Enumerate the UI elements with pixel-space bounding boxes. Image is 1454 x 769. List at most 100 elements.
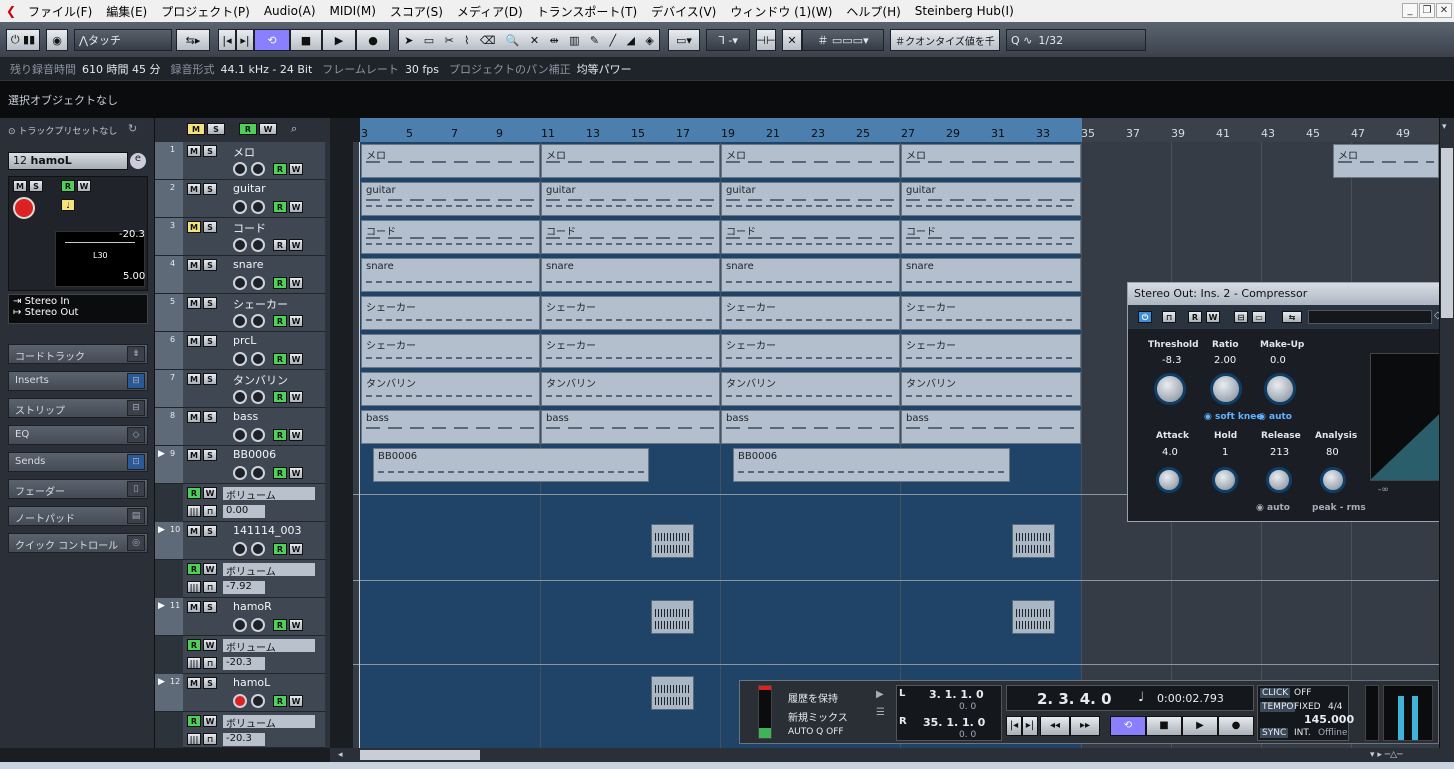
sync-mode[interactable]: INT. bbox=[1294, 728, 1311, 738]
solo-button[interactable]: S bbox=[203, 411, 217, 423]
read-button[interactable]: R bbox=[273, 315, 287, 327]
time-signature[interactable]: 4/4 bbox=[1328, 702, 1342, 712]
ratio-value[interactable]: 2.00 bbox=[1214, 355, 1236, 366]
list-icon[interactable]: ☰ bbox=[876, 707, 885, 718]
preset-selector[interactable] bbox=[1308, 310, 1432, 324]
automation-lane-header[interactable]: R W ボリューム ||| ⊓ -7.92 bbox=[183, 560, 325, 598]
audio-event[interactable] bbox=[1012, 600, 1055, 634]
track-row[interactable]: 5 M S シェーカー R W bbox=[155, 294, 325, 332]
warp-tool-icon[interactable]: ⇹ bbox=[550, 34, 559, 47]
track-name[interactable]: hamoL bbox=[233, 676, 270, 689]
release-auto-toggle[interactable]: ◉ auto bbox=[1256, 503, 1290, 513]
go-to-end-icon[interactable]: ▸| bbox=[236, 29, 254, 51]
keep-history-label[interactable]: 履歴を保持 bbox=[788, 690, 838, 705]
track-row[interactable]: 1 M S メロ R W bbox=[155, 142, 325, 180]
glue-tool-icon[interactable]: ⌇ bbox=[464, 34, 469, 47]
menu-score[interactable]: スコア(S) bbox=[384, 3, 451, 20]
track-row[interactable]: 9 ▶ M S BB0006 R W bbox=[155, 446, 325, 484]
threshold-knob[interactable] bbox=[1154, 373, 1186, 405]
record-button-icon[interactable]: ● bbox=[356, 29, 390, 51]
write-button[interactable]: W bbox=[289, 163, 303, 175]
read-button[interactable]: R bbox=[273, 163, 287, 175]
read-button[interactable]: R bbox=[273, 619, 287, 631]
track-name[interactable]: bass bbox=[233, 410, 258, 423]
plugin-bypass-icon[interactable]: ⊓ bbox=[1162, 311, 1176, 323]
midi-part[interactable]: シェーカー bbox=[541, 296, 720, 330]
automation-mode-select[interactable]: ⋀ タッチ bbox=[74, 29, 172, 51]
inspector-solo-button[interactable]: S bbox=[29, 180, 43, 192]
automation-read-button[interactable]: R bbox=[187, 563, 201, 575]
mute-button[interactable]: M bbox=[187, 525, 201, 537]
menu-edit[interactable]: 編集(E) bbox=[100, 3, 155, 20]
inspector-quick-controls[interactable]: クイック コントロール ◎ bbox=[8, 533, 148, 553]
automation-write-button[interactable]: W bbox=[203, 563, 217, 575]
arrow-tool-icon[interactable]: ➤ bbox=[404, 34, 413, 47]
solo-button[interactable]: S bbox=[203, 677, 217, 689]
automation-value[interactable]: -7.92 bbox=[223, 581, 265, 594]
mute-button[interactable]: M bbox=[187, 601, 201, 613]
plugin-copy-icon[interactable]: ▭ bbox=[1252, 311, 1266, 323]
analysis-value[interactable]: 80 bbox=[1326, 447, 1339, 458]
quantize-value-select[interactable]: Q ∿ 1/32 bbox=[1006, 29, 1146, 51]
inspector-mute-button[interactable]: M bbox=[13, 180, 27, 192]
global-read-icon[interactable]: R bbox=[239, 123, 257, 135]
track-row[interactable]: 4 M S snare R W bbox=[155, 256, 325, 294]
write-button[interactable]: W bbox=[289, 239, 303, 251]
automation-mute-icon[interactable]: ||| bbox=[187, 657, 201, 669]
inspector-chord-track[interactable]: コードトラック ⇟ bbox=[8, 344, 148, 364]
close-icon[interactable]: ✕ bbox=[1436, 3, 1452, 18]
midi-part[interactable]: guitar bbox=[721, 182, 900, 216]
midi-part[interactable]: コード bbox=[721, 220, 900, 254]
restore-icon[interactable]: ❐ bbox=[1419, 3, 1435, 18]
track-name[interactable]: タンバリン bbox=[233, 372, 288, 388]
automation-read-button[interactable]: R bbox=[187, 639, 201, 651]
track-name[interactable]: 141114_003 bbox=[233, 524, 302, 537]
hold-value[interactable]: 1 bbox=[1222, 447, 1228, 458]
global-solo-icon[interactable]: S bbox=[207, 123, 225, 135]
attack-value[interactable]: 4.0 bbox=[1162, 447, 1178, 458]
monitor-icon[interactable] bbox=[251, 618, 265, 632]
cycle-toggle-icon[interactable]: ⟲ bbox=[254, 29, 290, 51]
automation-write-button[interactable]: W bbox=[203, 487, 217, 499]
plugin-write-button[interactable]: W bbox=[1206, 311, 1220, 323]
monitor-icon[interactable]: ♩ bbox=[61, 199, 75, 211]
fast-forward-icon[interactable]: ▸▸ bbox=[1070, 716, 1100, 736]
record-enable-icon[interactable] bbox=[233, 694, 247, 708]
menu-devices[interactable]: デバイス(V) bbox=[645, 3, 724, 20]
constrain-delay-icon[interactable]: ◉ bbox=[46, 29, 68, 51]
record-enable-icon[interactable] bbox=[233, 162, 247, 176]
monitor-icon[interactable] bbox=[251, 428, 265, 442]
threshold-value[interactable]: -8.3 bbox=[1162, 355, 1182, 366]
midi-part[interactable]: snare bbox=[721, 258, 900, 292]
automation-mute-icon[interactable]: ||| bbox=[187, 733, 201, 745]
quantize-preset-select[interactable]: ＃クオンタイズ値を千 bbox=[890, 29, 1000, 51]
track-name[interactable]: コード bbox=[233, 220, 266, 236]
analysis-knob[interactable] bbox=[1320, 467, 1346, 493]
transport-play-icon[interactable]: ▶ bbox=[1182, 716, 1218, 736]
write-button[interactable]: W bbox=[289, 391, 303, 403]
write-button[interactable]: W bbox=[289, 201, 303, 213]
automation-curve[interactable] bbox=[353, 664, 1439, 665]
read-button[interactable]: R bbox=[273, 201, 287, 213]
solo-button[interactable]: S bbox=[203, 221, 217, 233]
midi-part[interactable]: コード bbox=[901, 220, 1081, 254]
snap-zero-crossing-icon[interactable]: ⊣⊢ bbox=[756, 29, 776, 51]
audio-event[interactable]: BB0006 bbox=[733, 448, 1010, 482]
vertical-scroll-thumb[interactable] bbox=[1441, 148, 1453, 318]
monitor-icon[interactable] bbox=[251, 238, 265, 252]
read-button[interactable]: R bbox=[273, 277, 287, 289]
monitor-icon[interactable] bbox=[251, 276, 265, 290]
automation-parameter[interactable]: ボリューム bbox=[223, 487, 315, 502]
play-button-icon[interactable]: ▶ bbox=[322, 29, 356, 51]
transport-end-icon[interactable]: ▸| bbox=[1022, 716, 1038, 736]
color-select-icon[interactable]: ▭▾ bbox=[668, 29, 700, 51]
menu-help[interactable]: ヘルプ(H) bbox=[840, 3, 908, 20]
midi-part[interactable]: シェーカー bbox=[541, 334, 720, 368]
midi-part[interactable]: シェーカー bbox=[361, 296, 540, 330]
write-button[interactable]: W bbox=[289, 543, 303, 555]
inspector-notepad[interactable]: ノートパッド ▤ bbox=[8, 506, 148, 526]
read-button[interactable]: R bbox=[273, 429, 287, 441]
color-tool-icon[interactable]: ◈ bbox=[645, 34, 653, 47]
midi-part[interactable]: メロ bbox=[1333, 144, 1439, 178]
automation-parameter[interactable]: ボリューム bbox=[223, 563, 315, 578]
